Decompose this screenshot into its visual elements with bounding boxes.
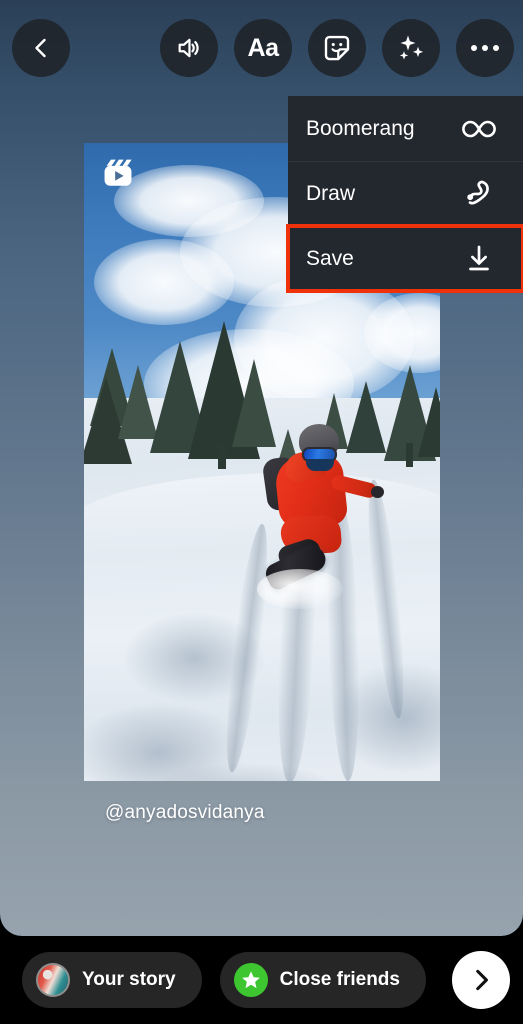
- media-caption: @anyadosvidanya: [105, 802, 265, 823]
- back-button[interactable]: [12, 19, 70, 77]
- snow-spray: [257, 569, 343, 609]
- tree-trunk: [218, 443, 226, 469]
- menu-item-label: Save: [306, 247, 354, 270]
- your-story-label: Your story: [82, 969, 176, 990]
- audio-button[interactable]: [160, 19, 218, 77]
- tree-trunk: [406, 443, 413, 467]
- tree: [418, 387, 440, 457]
- sparkles-icon: [399, 35, 424, 60]
- close-friends-button[interactable]: Close friends: [219, 952, 426, 1008]
- green-star-icon: [233, 963, 268, 997]
- menu-item-save[interactable]: Save: [286, 224, 523, 293]
- download-arrow-icon: [457, 244, 501, 274]
- text-aa-icon: Aa: [247, 33, 279, 62]
- chevron-left-icon: [35, 38, 46, 58]
- more-options-menu: Boomerang Draw Save: [286, 96, 523, 293]
- menu-item-draw[interactable]: Draw: [288, 161, 523, 226]
- chevron-right-icon: [476, 969, 488, 991]
- story-canvas[interactable]: @anyadosvidanya Aa Boomerang Draw Save: [0, 0, 523, 936]
- three-dots-icon: [471, 45, 499, 51]
- speaker-volume-icon: [178, 38, 199, 58]
- more-options-button[interactable]: [456, 19, 514, 77]
- cloud: [94, 239, 234, 325]
- menu-item-label: Draw: [306, 182, 356, 205]
- sticker-button[interactable]: [308, 19, 366, 77]
- rider-glove: [371, 486, 384, 498]
- reels-clapperboard-icon: [98, 153, 138, 193]
- effects-button[interactable]: [382, 19, 440, 77]
- user-avatar: [36, 963, 70, 997]
- menu-item-boomerang[interactable]: Boomerang: [288, 96, 523, 161]
- snow-shadow: [124, 613, 264, 703]
- story-editor-screen: @anyadosvidanya Aa Boomerang Draw Save Y…: [0, 0, 523, 1024]
- your-story-button[interactable]: Your story: [22, 952, 202, 1008]
- close-friends-label: Close friends: [279, 969, 400, 990]
- snowboarder: [257, 424, 384, 609]
- next-button[interactable]: [452, 951, 510, 1009]
- squiggle-pen-icon: [457, 179, 501, 209]
- menu-item-label: Boomerang: [306, 116, 415, 140]
- text-button[interactable]: Aa: [234, 19, 292, 77]
- bottom-bar: Your story Close friends: [0, 936, 523, 1024]
- infinity-icon: [457, 118, 501, 140]
- rider-facemask: [306, 459, 334, 471]
- sticker-smiley-icon: [324, 35, 350, 61]
- top-toolbar: Aa: [0, 0, 523, 96]
